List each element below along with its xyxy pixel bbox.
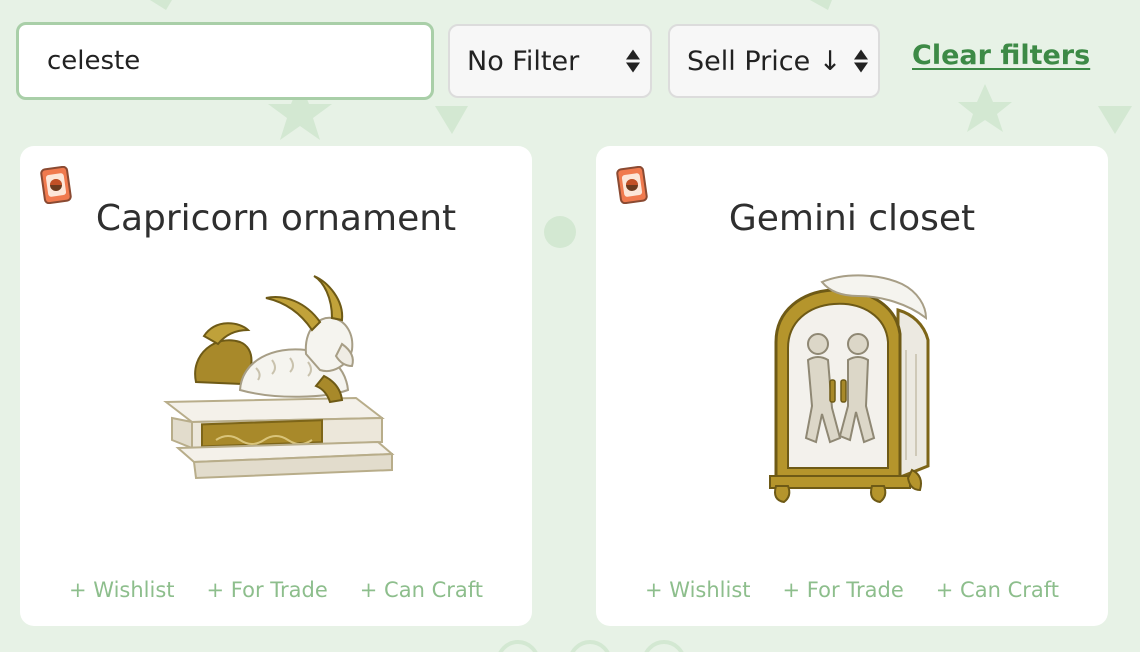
card-actions: + Wishlist + For Trade + Can Craft [596, 578, 1108, 602]
item-card: Gemini closet + Wishlist + For Trade + C… [596, 146, 1108, 626]
select-arrows-icon [854, 49, 868, 73]
gemini-closet-image [769, 274, 930, 504]
filter-toolbar: No Filter Sell Price ↓ Clear filters [16, 20, 1116, 102]
filter-select[interactable]: No Filter [448, 24, 652, 98]
clear-filters-link[interactable]: Clear filters [912, 40, 1090, 71]
wishlist-button[interactable]: + Wishlist [69, 578, 175, 602]
item-card: Capricorn ornament + Wishlist + For Trad… [20, 146, 532, 626]
wishlist-button[interactable]: + Wishlist [645, 578, 751, 602]
select-arrows-icon [626, 49, 640, 73]
sort-select[interactable]: Sell Price ↓ [668, 24, 880, 98]
sort-select-value: Sell Price ↓ [687, 45, 842, 77]
can-craft-button[interactable]: + Can Craft [936, 578, 1059, 602]
for-trade-button[interactable]: + For Trade [783, 578, 904, 602]
capricorn-ornament-image [163, 275, 395, 480]
for-trade-button[interactable]: + For Trade [207, 578, 328, 602]
can-craft-button[interactable]: + Can Craft [360, 578, 483, 602]
item-title: Gemini closet [728, 198, 976, 239]
item-title: Capricorn ornament [95, 198, 457, 239]
search-input[interactable] [16, 22, 434, 100]
filter-select-value: No Filter [467, 45, 580, 77]
card-actions: + Wishlist + For Trade + Can Craft [20, 578, 532, 602]
